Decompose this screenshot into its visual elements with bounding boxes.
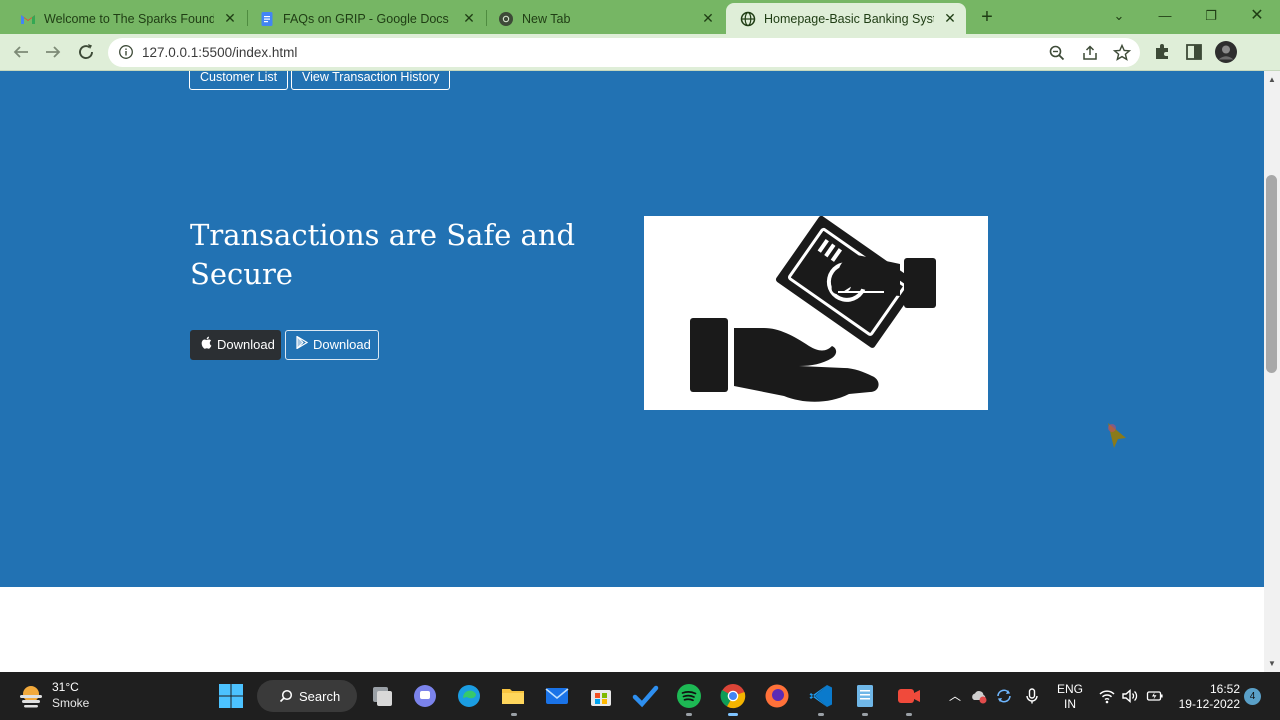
clock-date: 19-12-2022: [1178, 697, 1240, 711]
running-indicator: [862, 713, 868, 716]
wifi-icon[interactable]: [1098, 687, 1116, 705]
tab-title: FAQs on GRIP - Google Docs: [283, 11, 449, 26]
vscode-icon[interactable]: [807, 682, 835, 710]
running-indicator: [906, 713, 912, 716]
edge-icon[interactable]: [455, 682, 483, 710]
scroll-down-arrow-icon[interactable]: ▼: [1267, 659, 1277, 669]
search-icon: [279, 689, 293, 703]
restore-icon[interactable]: ❐: [1191, 4, 1231, 28]
page-viewport: Customer List View Transaction History T…: [0, 71, 1264, 672]
language-region: IN: [1064, 697, 1076, 711]
taskbar-search[interactable]: Search: [257, 680, 357, 712]
new-tab-button[interactable]: +: [976, 6, 998, 28]
zoom-icon[interactable]: [1047, 43, 1067, 63]
extensions-puzzle-icon[interactable]: [1150, 40, 1174, 64]
weather-condition: Smoke: [52, 696, 90, 710]
onedrive-offline-icon[interactable]: [970, 687, 988, 705]
side-panel-icon[interactable]: [1182, 40, 1206, 64]
windows-start-icon[interactable]: [217, 682, 245, 710]
microphone-icon[interactable]: [1023, 687, 1041, 705]
notification-badge[interactable]: 4: [1244, 688, 1261, 705]
mail-icon[interactable]: [543, 682, 571, 710]
apple-download-label: Download: [217, 337, 275, 352]
google-play-download-label: Download: [313, 337, 371, 352]
minimize-icon[interactable]: —: [1145, 4, 1185, 28]
chrome-icon: [498, 11, 514, 27]
search-label: Search: [299, 688, 341, 704]
site-info-icon[interactable]: [118, 44, 134, 60]
page-scrollbar[interactable]: ▲ ▼: [1264, 71, 1280, 672]
tab-search-chevron-icon[interactable]: ⌄: [1099, 4, 1139, 28]
volume-icon[interactable]: [1121, 687, 1139, 705]
close-icon[interactable]: ✕: [942, 10, 958, 26]
running-indicator: [686, 713, 692, 716]
close-icon[interactable]: ✕: [222, 10, 238, 26]
mouse-cursor-icon: [1108, 423, 1126, 448]
hero-headline: Transactions are Safe and Secure: [190, 218, 576, 291]
weather-widget[interactable]: 31°C Smoke: [18, 680, 89, 711]
sync-icon[interactable]: [995, 687, 1013, 705]
task-view-icon[interactable]: [368, 682, 396, 710]
chrome-taskbar-icon[interactable]: [719, 682, 747, 710]
scroll-thumb[interactable]: [1266, 175, 1277, 373]
tab-gmail[interactable]: Welcome to The Sparks Foundati ✕: [6, 3, 246, 34]
tab-title: New Tab: [522, 11, 571, 26]
scroll-up-arrow-icon[interactable]: ▲: [1267, 75, 1277, 85]
running-indicator: [511, 713, 517, 716]
apple-icon: [201, 331, 212, 359]
active-indicator: [728, 713, 738, 716]
apple-download-button[interactable]: Download: [190, 330, 281, 360]
gmail-icon: [20, 11, 36, 27]
weather-smoke-icon: [20, 685, 42, 707]
browser-tab-strip: Welcome to The Sparks Foundati ✕ FAQs on…: [0, 0, 1280, 34]
bookmark-star-icon[interactable]: [1112, 43, 1132, 63]
docs-icon: [259, 11, 275, 27]
browser-toolbar: 127.0.0.1:5500/index.html: [0, 34, 1280, 71]
todo-icon[interactable]: [631, 682, 659, 710]
close-icon[interactable]: ✕: [700, 10, 716, 26]
url-text: 127.0.0.1:5500/index.html: [142, 45, 298, 60]
spotify-icon[interactable]: [675, 682, 703, 710]
battery-charging-icon[interactable]: [1146, 687, 1164, 705]
weather-temperature: 31°C: [52, 680, 79, 694]
clock-time: 16:52: [1209, 682, 1240, 696]
hand-giving-money-icon: $: [644, 215, 988, 410]
firefox-icon[interactable]: [763, 682, 791, 710]
secure-transaction-image: $: [644, 215, 988, 410]
reload-icon[interactable]: [74, 40, 98, 64]
forward-arrow-icon[interactable]: [41, 40, 65, 64]
tab-new-tab[interactable]: New Tab ✕: [484, 3, 724, 34]
tab-title: Homepage-Basic Banking Systen: [764, 11, 934, 26]
close-icon[interactable]: ✕: [461, 10, 477, 26]
back-arrow-icon[interactable]: [9, 40, 33, 64]
windows-taskbar: 31°C Smoke Search ︿ ENG IN 16:52 19-12-2…: [0, 672, 1280, 720]
customer-list-button[interactable]: Customer List: [189, 71, 289, 90]
tab-title: Welcome to The Sparks Foundati: [44, 11, 214, 26]
running-indicator: [818, 713, 824, 716]
google-play-icon: [296, 331, 309, 359]
taskbar-clock[interactable]: 16:52 19-12-2022: [1172, 682, 1240, 712]
address-bar[interactable]: 127.0.0.1:5500/index.html: [108, 38, 1140, 67]
window-close-icon[interactable]: ✕: [1237, 4, 1277, 28]
language-indicator[interactable]: ENG IN: [1052, 682, 1088, 712]
language-code: ENG: [1056, 682, 1083, 696]
tab-homepage-banking[interactable]: Homepage-Basic Banking Systen ✕: [726, 3, 966, 34]
microsoft-store-icon[interactable]: [587, 682, 615, 710]
profile-avatar[interactable]: [1214, 40, 1238, 64]
google-play-download-button[interactable]: Download: [285, 330, 379, 360]
share-icon[interactable]: [1080, 43, 1100, 63]
globe-icon: [740, 11, 756, 27]
tab-google-docs[interactable]: FAQs on GRIP - Google Docs ✕: [245, 3, 485, 34]
screen-recorder-icon[interactable]: [895, 682, 923, 710]
teams-chat-icon[interactable]: [411, 682, 439, 710]
tray-chevron-up-icon[interactable]: ︿: [946, 687, 964, 705]
hero-section: Customer List View Transaction History T…: [0, 71, 1264, 587]
file-explorer-icon[interactable]: [499, 682, 527, 710]
notepad-icon[interactable]: [851, 682, 879, 710]
transaction-history-button[interactable]: View Transaction History: [291, 71, 451, 90]
